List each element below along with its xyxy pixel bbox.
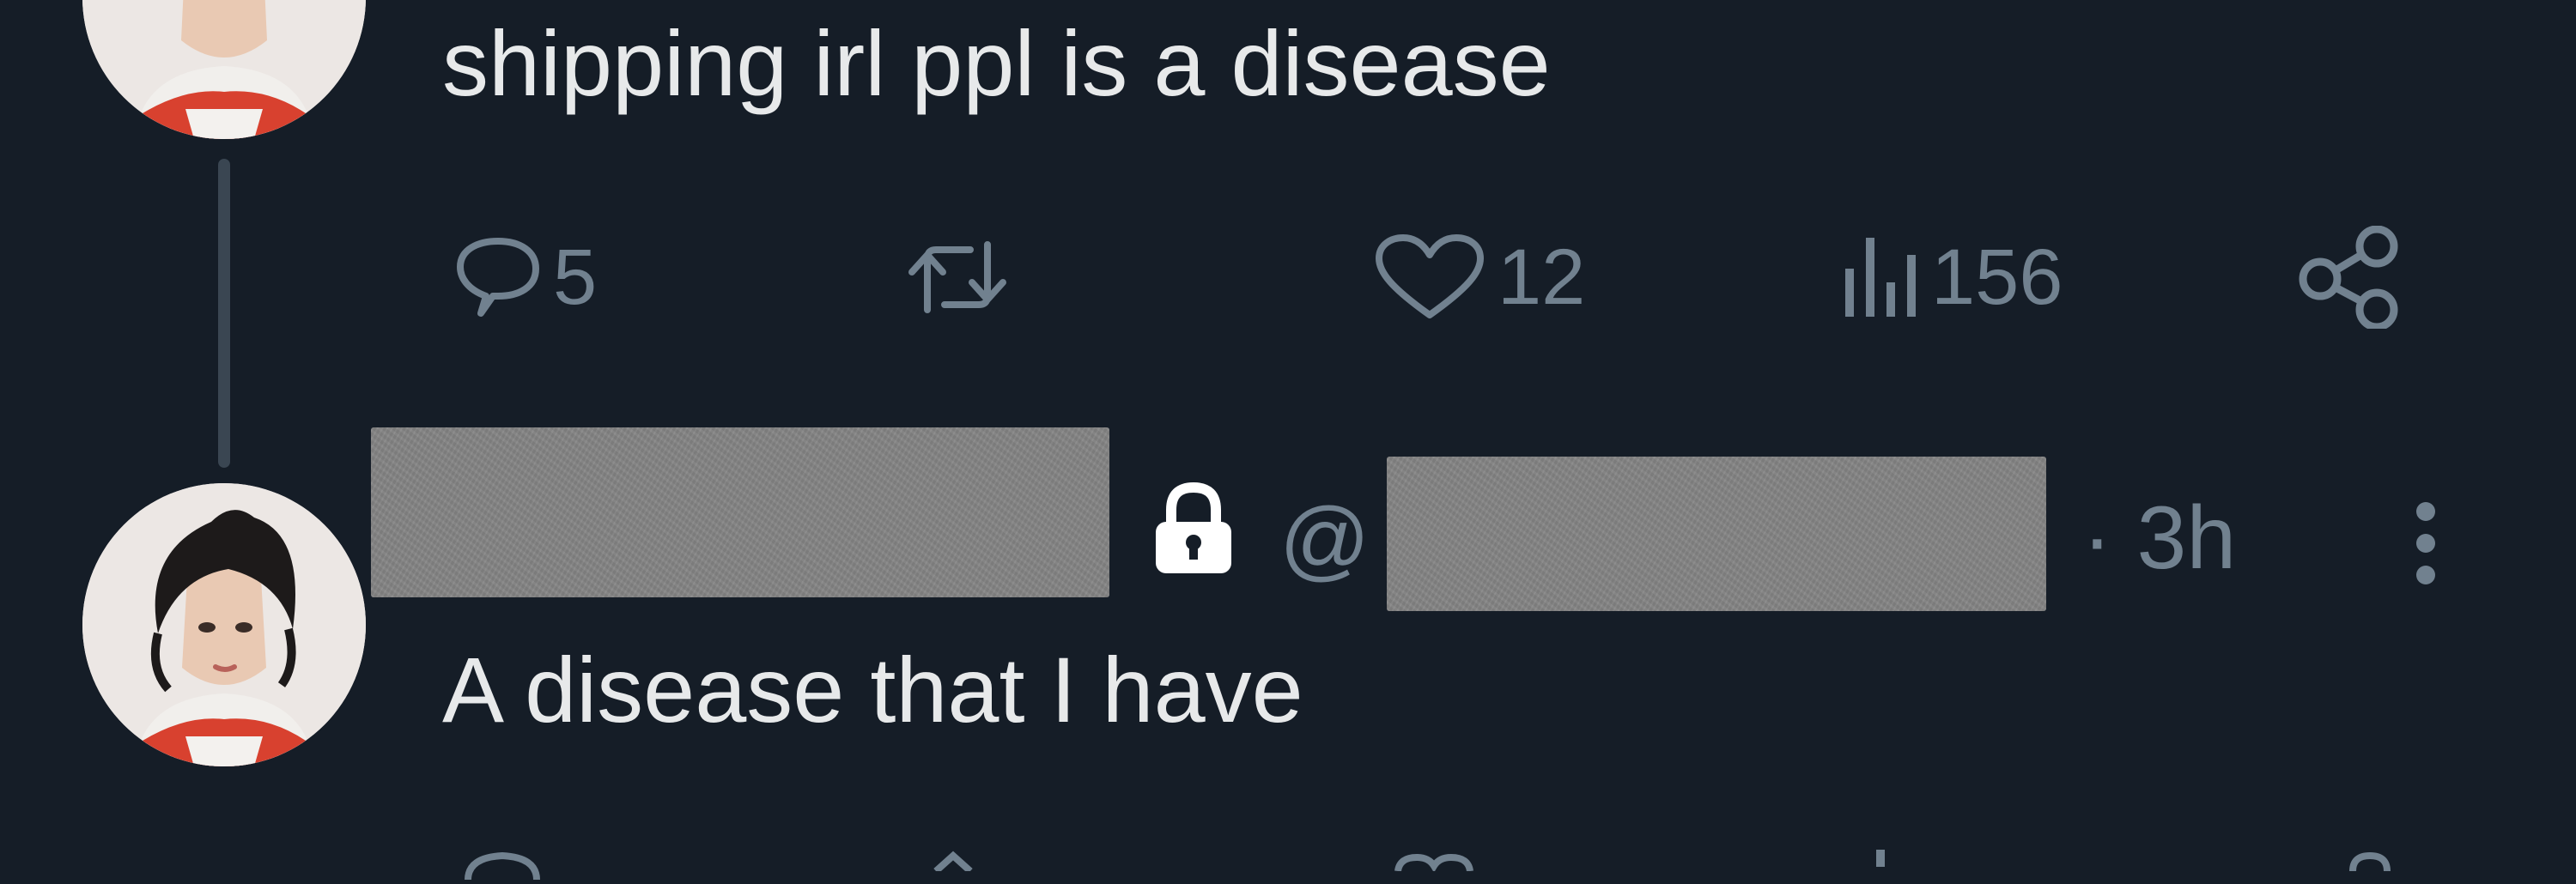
share-button[interactable] bbox=[2293, 226, 2404, 329]
reply-count: 5 bbox=[553, 233, 598, 321]
avatar[interactable] bbox=[82, 0, 366, 139]
views-icon[interactable] bbox=[1868, 850, 1893, 867]
tweet-text: A disease that I have bbox=[442, 638, 1303, 742]
more-icon bbox=[2416, 502, 2435, 584]
like-icon[interactable] bbox=[1391, 845, 1477, 873]
retweet-icon[interactable] bbox=[927, 845, 979, 874]
avatar[interactable] bbox=[82, 483, 366, 766]
retweet-button[interactable] bbox=[902, 230, 1025, 324]
share-icon[interactable] bbox=[2344, 845, 2396, 872]
view-count: 156 bbox=[1931, 233, 2063, 321]
redacted-display-name bbox=[371, 427, 1109, 597]
views-button[interactable]: 156 bbox=[1842, 230, 2063, 324]
thread-line bbox=[218, 159, 230, 468]
tweet-text: shipping irl ppl is a disease bbox=[442, 11, 1551, 115]
share-icon bbox=[2299, 226, 2398, 329]
avatar-image bbox=[82, 0, 366, 139]
lock-icon bbox=[1151, 481, 1236, 577]
avatar-image bbox=[82, 483, 366, 766]
like-icon bbox=[1376, 234, 1484, 318]
reply-button[interactable]: 5 bbox=[455, 230, 597, 324]
redacted-handle bbox=[1387, 457, 2046, 611]
handle-at-sign: @ bbox=[1279, 490, 1370, 590]
views-icon bbox=[1845, 238, 1916, 317]
like-button[interactable]: 12 bbox=[1374, 230, 1585, 324]
more-options-button[interactable] bbox=[2404, 496, 2447, 590]
tweet-timestamp[interactable]: · 3h bbox=[2082, 493, 2236, 583]
reply-icon[interactable] bbox=[459, 845, 545, 881]
retweet-icon bbox=[908, 241, 1006, 313]
reply-icon bbox=[457, 238, 539, 317]
like-count: 12 bbox=[1498, 233, 1586, 321]
